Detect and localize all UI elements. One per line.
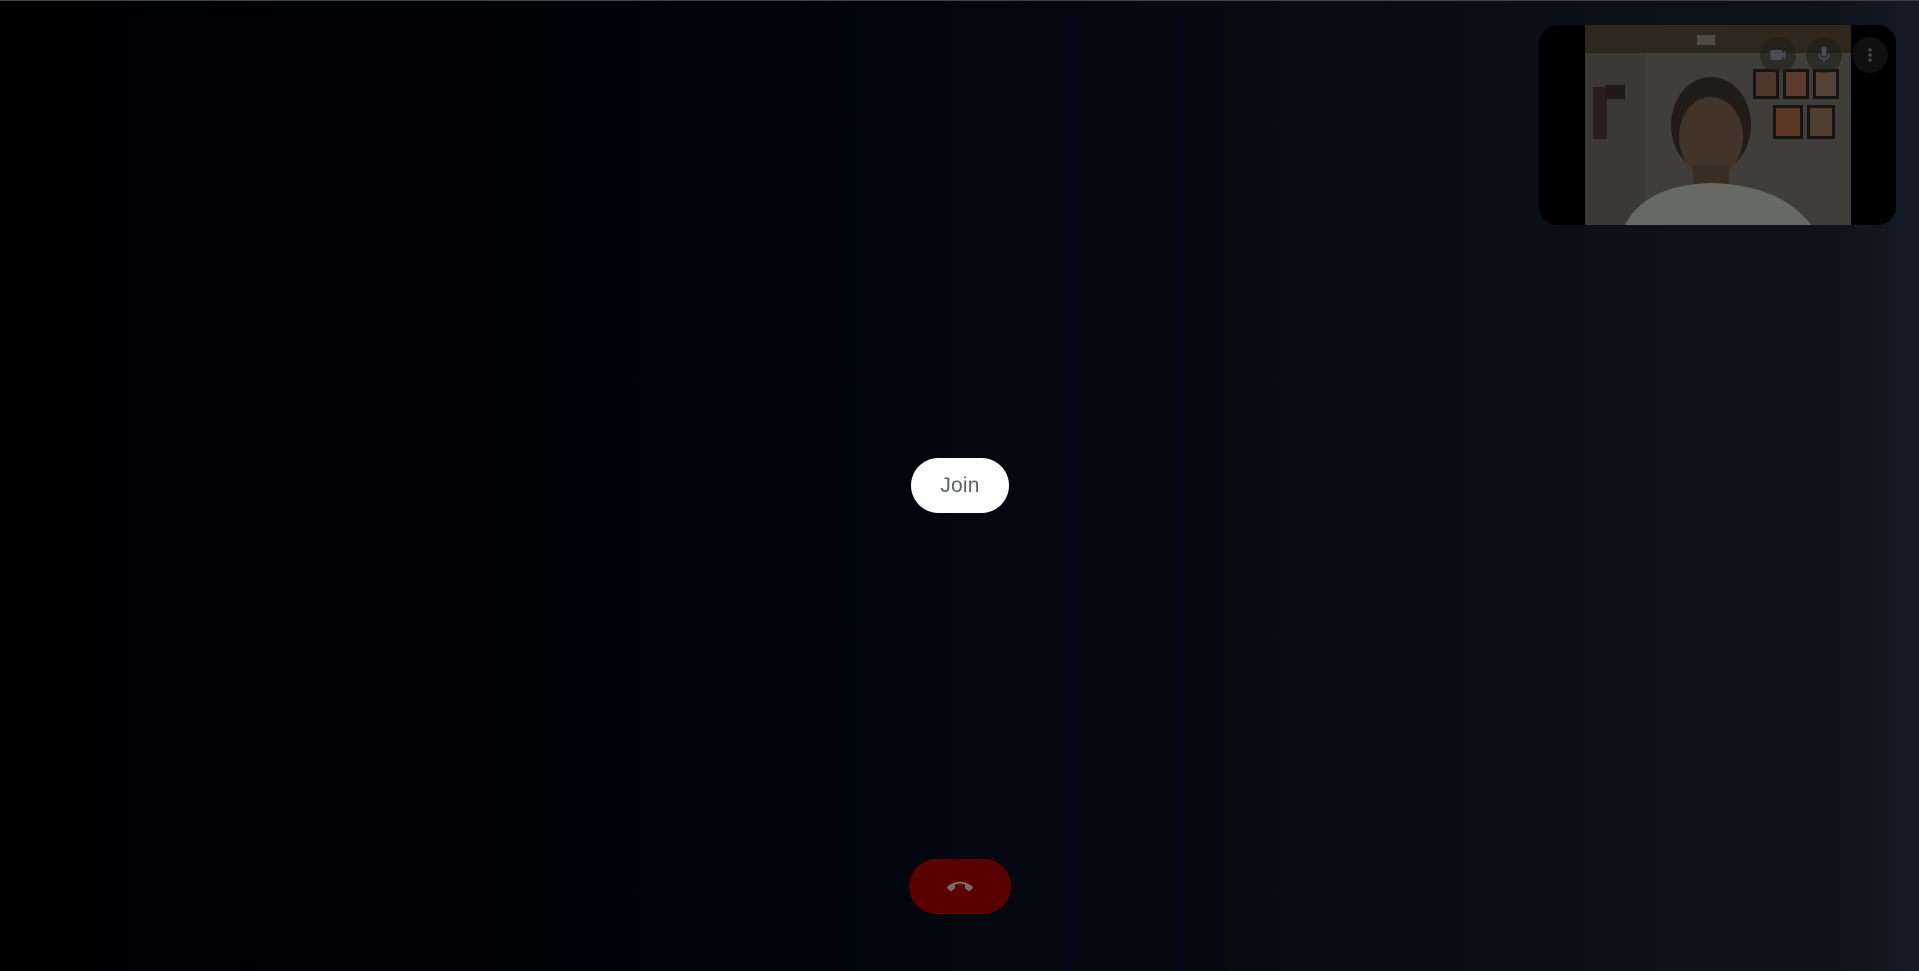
- leave-call-button[interactable]: [909, 859, 1011, 914]
- meeting-stage: Join: [0, 0, 1919, 971]
- join-button-label: Join: [940, 473, 980, 497]
- videocam-icon: [1770, 50, 1786, 60]
- camera-toggle-button[interactable]: [1760, 37, 1796, 73]
- call-end-icon: [947, 881, 973, 891]
- mic-icon: [1818, 46, 1830, 63]
- mic-toggle-button[interactable]: [1806, 37, 1842, 73]
- more-options-button[interactable]: [1852, 37, 1888, 73]
- self-view-tile[interactable]: [1539, 25, 1896, 225]
- more-vert-icon: [1868, 48, 1872, 62]
- self-view-controls: [1760, 37, 1888, 73]
- join-button[interactable]: Join: [911, 458, 1009, 513]
